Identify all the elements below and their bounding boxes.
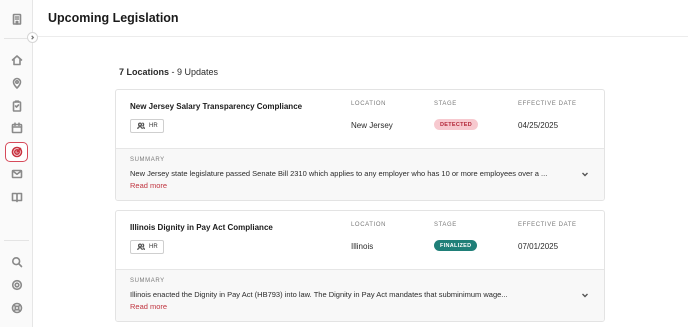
search-icon[interactable]: [8, 253, 25, 270]
chevron-right-icon: [31, 35, 35, 40]
page-header: Upcoming Legislation: [33, 0, 688, 37]
building-icon[interactable]: [8, 10, 25, 27]
location-label: LOCATION: [351, 222, 387, 228]
sidebar-divider: [4, 38, 29, 39]
read-more-link[interactable]: Read more: [130, 302, 167, 311]
effective-date-label: EFFECTIVE DATE: [518, 101, 577, 107]
chevron-down-icon[interactable]: [580, 290, 590, 300]
users-icon: [137, 122, 145, 130]
legislation-card[interactable]: New Jersey Salary Transparency Complianc…: [115, 89, 605, 201]
card-title: Illinois Dignity in Pay Act Compliance: [130, 223, 273, 232]
stage-badge: DETECTED: [434, 119, 479, 130]
users-icon: [137, 243, 145, 251]
stage-label: STAGE: [434, 222, 457, 228]
summary-label: SUMMARY: [130, 278, 165, 284]
book-icon[interactable]: [8, 188, 25, 205]
help-icon[interactable]: [8, 299, 25, 316]
legislation-card[interactable]: Illinois Dignity in Pay Act Compliance H…: [115, 210, 605, 322]
settings-icon[interactable]: [8, 276, 25, 293]
sidebar: [0, 0, 33, 327]
radar-icon[interactable]: [5, 142, 28, 162]
home-icon[interactable]: [8, 51, 25, 68]
location-label: LOCATION: [351, 101, 387, 107]
summary-text: Illinois enacted the Dignity in Pay Act …: [130, 290, 508, 299]
effective-date-value: 04/25/2025: [518, 121, 559, 130]
location-value: New Jersey: [351, 121, 393, 130]
department-label: HR: [149, 123, 158, 129]
effective-date-label: EFFECTIVE DATE: [518, 222, 577, 228]
card-header: New Jersey Salary Transparency Complianc…: [116, 90, 604, 148]
summary-separator: -: [169, 67, 178, 77]
chevron-down-icon[interactable]: [580, 169, 590, 179]
mail-icon[interactable]: [8, 165, 25, 182]
card-header: Illinois Dignity in Pay Act Compliance H…: [116, 211, 604, 269]
locations-count: 7 Locations: [119, 67, 170, 77]
summary-label: SUMMARY: [130, 157, 165, 163]
locations-summary: 7 Locations - 9 Updates: [119, 67, 218, 77]
card-summary: SUMMARY New Jersey state legislature pas…: [116, 148, 604, 200]
location-value: Illinois: [351, 242, 374, 251]
summary-text: New Jersey state legislature passed Sena…: [130, 169, 548, 178]
location-pin-icon[interactable]: [8, 74, 25, 91]
sidebar-divider: [4, 240, 29, 241]
read-more-link[interactable]: Read more: [130, 181, 167, 190]
card-title: New Jersey Salary Transparency Complianc…: [130, 102, 303, 111]
calendar-icon[interactable]: [8, 119, 25, 136]
card-summary: SUMMARY Illinois enacted the Dignity in …: [116, 269, 604, 321]
department-chip: HR: [130, 119, 164, 133]
stage-badge: FINALIZED: [434, 240, 478, 251]
updates-count: 9 Updates: [177, 67, 219, 77]
department-label: HR: [149, 244, 158, 250]
stage-label: STAGE: [434, 101, 457, 107]
department-chip: HR: [130, 240, 164, 254]
sidebar-collapse-button[interactable]: [27, 32, 38, 43]
page-title: Upcoming Legislation: [48, 11, 179, 25]
effective-date-value: 07/01/2025: [518, 242, 559, 251]
clipboard-icon[interactable]: [8, 97, 25, 114]
